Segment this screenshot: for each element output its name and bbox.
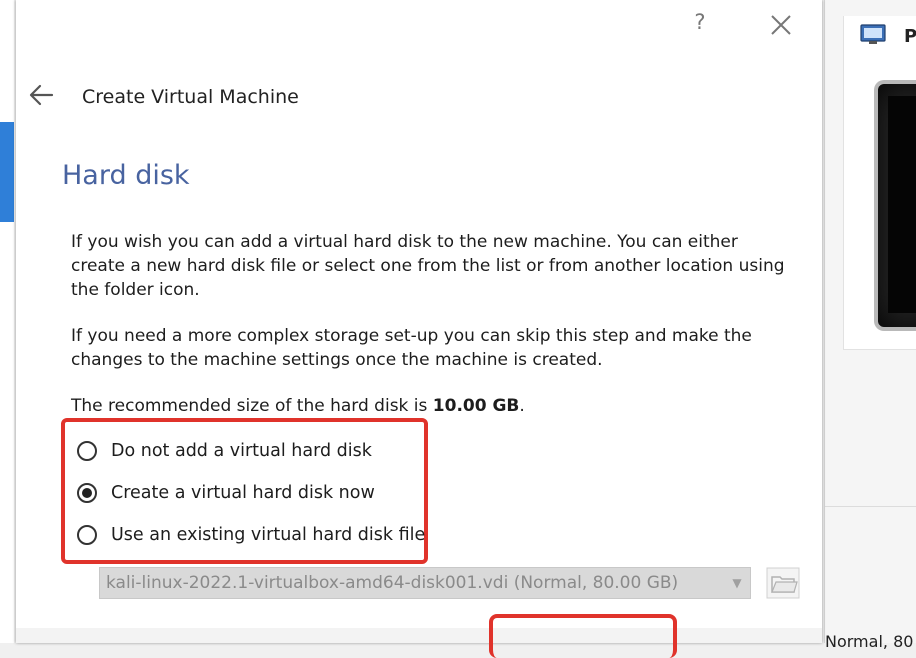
no-hard-disk-option[interactable]: Do not add a virtual hard disk bbox=[77, 436, 372, 466]
folder-icon[interactable] bbox=[766, 567, 800, 599]
create-hard-disk-label: Create a virtual hard disk now bbox=[111, 483, 375, 503]
manager-left-edge bbox=[0, 0, 14, 643]
manager-details-pane: P Normal, 80 bbox=[824, 0, 916, 651]
preview-panel: P bbox=[843, 16, 916, 350]
existing-disk-select-value: kali-linux-2022.1-virtualbox-amd64-disk0… bbox=[106, 573, 679, 593]
wizard-title: Create Virtual Machine bbox=[82, 86, 299, 108]
vm-preview-screen bbox=[874, 80, 916, 331]
chevron-down-icon[interactable]: ▼ bbox=[724, 576, 750, 590]
storage-info-paragraph: If you need a more complex storage set-u… bbox=[71, 326, 752, 370]
selected-vm-accent bbox=[0, 122, 14, 222]
hard-disk-options-group: Do not add a virtual hard disk Create a … bbox=[61, 418, 428, 564]
existing-hard-disk-option[interactable]: Use an existing virtual hard disk file bbox=[77, 520, 425, 550]
page-heading: Hard disk bbox=[62, 160, 190, 191]
details-snippet-text: Normal, 80 bbox=[825, 632, 914, 651]
recommended-size-text: The recommended size of the hard disk is… bbox=[71, 394, 786, 418]
close-icon[interactable] bbox=[766, 10, 796, 40]
preview-header-label: P bbox=[904, 26, 916, 47]
no-hard-disk-radio[interactable] bbox=[77, 441, 97, 461]
recommended-size-prefix: The recommended size of the hard disk is bbox=[71, 396, 433, 416]
create-hard-disk-option[interactable]: Create a virtual hard disk now bbox=[77, 478, 375, 508]
help-button[interactable]: ? bbox=[688, 10, 712, 38]
recommended-size-value: 10.00 GB bbox=[432, 396, 520, 416]
description-paragraph: If you wish you can add a virtual hard d… bbox=[71, 232, 785, 300]
existing-hard-disk-radio[interactable] bbox=[77, 525, 97, 545]
recommended-size-suffix: . bbox=[519, 396, 525, 416]
arrow-left-icon[interactable] bbox=[26, 82, 58, 108]
existing-disk-select[interactable]: kali-linux-2022.1-virtualbox-amd64-disk0… bbox=[99, 567, 751, 599]
details-divider bbox=[825, 506, 916, 507]
existing-hard-disk-label: Use an existing virtual hard disk file bbox=[111, 525, 426, 545]
next-button-highlight bbox=[489, 614, 677, 658]
create-hard-disk-radio[interactable] bbox=[77, 483, 97, 503]
monitor-icon bbox=[860, 24, 886, 44]
no-hard-disk-label: Do not add a virtual hard disk bbox=[111, 441, 372, 461]
create-vm-dialog: ? Create Virtual Machine Hard disk If yo… bbox=[16, 0, 822, 658]
button-bar bbox=[16, 628, 822, 643]
